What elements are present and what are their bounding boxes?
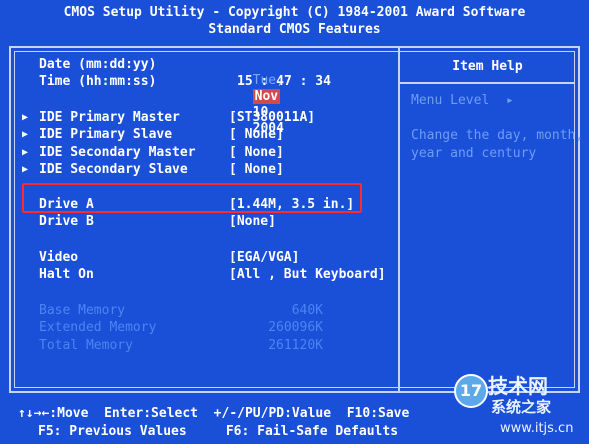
video-label[interactable]: Video: [39, 250, 78, 266]
submenu-arrow-icon: ▶: [22, 147, 29, 158]
date-label: Date (mm:dd:yy): [39, 57, 157, 72]
ide-secondary-master-label[interactable]: IDE Secondary Master: [39, 145, 196, 161]
drive-b-value[interactable]: [None]: [229, 214, 276, 230]
ide-primary-master-value[interactable]: [ST380011A]: [229, 110, 315, 126]
total-memory-value: 261120K: [268, 338, 323, 353]
drive-b-label[interactable]: Drive B: [39, 214, 94, 230]
base-memory-value: 640K: [291, 303, 323, 318]
total-memory-label: Total Memory: [39, 338, 133, 353]
watermark-title: 技术网: [488, 374, 548, 398]
help-description-line2: year and century: [411, 146, 537, 161]
menu-level-arrow-icon: ▸: [506, 93, 514, 108]
time-field[interactable]: 15 : 47 : 34: [237, 74, 331, 90]
halt-on-label[interactable]: Halt On: [39, 267, 94, 283]
submenu-arrow-icon: ▶: [22, 129, 29, 140]
watermark-subtitle: 系统之家: [491, 398, 552, 416]
ide-secondary-slave-value[interactable]: [ None]: [229, 162, 284, 178]
ide-primary-master-label[interactable]: IDE Primary Master: [39, 110, 180, 126]
page-title: Standard CMOS Features: [208, 22, 381, 37]
item-help-title: Item Help: [452, 59, 523, 74]
watermark-logo-icon: 17: [454, 374, 488, 408]
menu-level-label: Menu Level: [411, 93, 490, 108]
ide-secondary-master-value[interactable]: [ None]: [229, 145, 284, 161]
video-value[interactable]: [EGA/VGA]: [229, 250, 299, 266]
base-memory-label: Base Memory: [39, 303, 126, 318]
date-month[interactable]: Nov: [252, 89, 281, 104]
header-title: CMOS Setup Utility - Copyright (C) 1984-…: [63, 5, 526, 20]
help-divider: [400, 82, 575, 84]
ide-primary-slave-label[interactable]: IDE Primary Slave: [39, 127, 172, 143]
panel-divider: [398, 48, 400, 391]
footer-keys-line2: F5: Previous Values F6: Fail-Safe Defaul…: [38, 424, 399, 439]
help-description-line1: Change the day, month,: [411, 128, 584, 143]
footer-keys-line1: ↑↓→←:Move Enter:Select +/-/PU/PD:Value F…: [18, 406, 410, 421]
extended-memory-value: 260096K: [268, 320, 323, 335]
extended-memory-label: Extended Memory: [39, 320, 157, 335]
submenu-arrow-icon: ▶: [22, 164, 29, 175]
time-label: Time (hh:mm:ss): [39, 74, 157, 89]
drive-a-value[interactable]: [1.44M, 3.5 in.]: [229, 197, 354, 213]
drive-a-label[interactable]: Drive A: [39, 197, 94, 213]
ide-primary-slave-value[interactable]: [ None]: [229, 127, 284, 143]
submenu-arrow-icon: ▶: [22, 112, 29, 123]
ide-secondary-slave-label[interactable]: IDE Secondary Slave: [39, 162, 188, 178]
halt-on-value[interactable]: [All , But Keyboard]: [229, 267, 386, 283]
watermark-url: www.itjs.cn: [500, 421, 574, 436]
